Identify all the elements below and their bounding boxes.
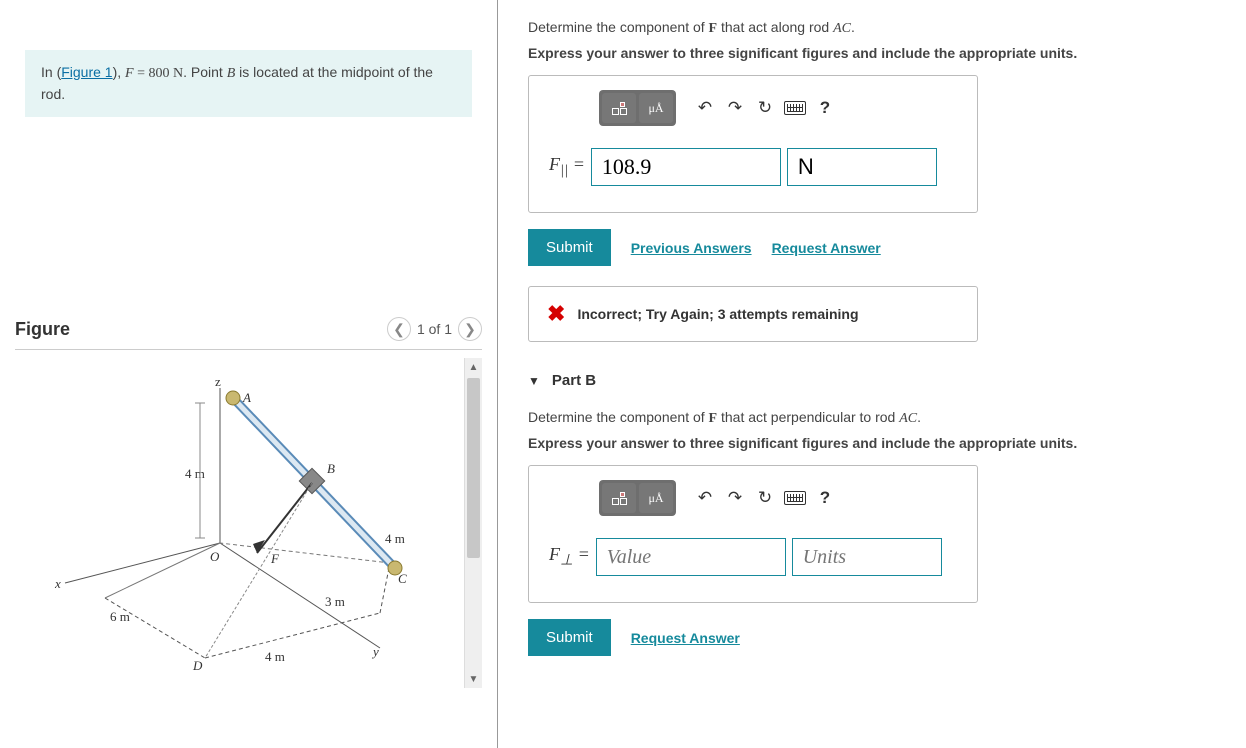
pb-submit-button[interactable]: Submit xyxy=(528,619,611,656)
pb-answer-box: μÅ ↶ ↷ ↻ ? F⊥ = xyxy=(528,465,978,603)
pb-p1c: that act perpendicular to rod xyxy=(717,409,899,425)
reset-button[interactable]: ↻ xyxy=(750,484,780,512)
pa-feedback: ✖ Incorrect; Try Again; 3 attempts remai… xyxy=(528,286,978,342)
undo-button[interactable]: ↶ xyxy=(690,484,720,512)
reset-button[interactable]: ↻ xyxy=(750,94,780,122)
figure-header: Figure ❮ 1 of 1 ❯ xyxy=(15,317,482,350)
pa-answer-box: μÅ ↶ ↷ ↻ ? F|| = xyxy=(528,75,978,213)
pa-previous-answers-link[interactable]: Previous Answers xyxy=(631,240,752,256)
pa-p1a: Determine the component of xyxy=(528,19,709,35)
left-panel: In (Figure 1), F = 800 N. Point B is loc… xyxy=(0,0,498,748)
lbl-z: z xyxy=(215,374,221,389)
part-b: Determine the component of F that act pe… xyxy=(528,409,1236,656)
pa-var-label: F|| = xyxy=(549,154,585,180)
pb-units-input[interactable] xyxy=(792,538,942,576)
figure-svg: z A 4 m B O F 4 m C 3 m x 6 m D 4 m y xyxy=(35,368,445,678)
pa-prompt-bold: Express your answer to three significant… xyxy=(528,45,1236,61)
ps-force-var: F xyxy=(125,66,134,81)
scroll-up-icon[interactable]: ▲ xyxy=(465,358,482,376)
figure-next-button[interactable]: ❯ xyxy=(458,317,482,341)
redo-button[interactable]: ↷ xyxy=(720,484,750,512)
keyboard-button[interactable] xyxy=(780,484,810,512)
ps-point-b: B xyxy=(227,66,236,81)
pa-toolbar: μÅ ↶ ↷ ↻ ? xyxy=(599,90,957,126)
pa-p1d: AC xyxy=(833,21,851,36)
pb-prompt-bold: Express your answer to three significant… xyxy=(528,435,1236,451)
lbl-A: A xyxy=(242,390,251,405)
pb-prompt: Determine the component of F that act pe… xyxy=(528,409,1236,427)
ps-prefix: In ( xyxy=(41,64,61,80)
figure-section: Figure ❮ 1 of 1 ❯ xyxy=(15,317,482,688)
redo-button[interactable]: ↷ xyxy=(720,94,750,122)
caret-down-icon: ▼ xyxy=(528,374,540,388)
pa-tool-group: μÅ xyxy=(599,90,676,126)
pb-p1e: . xyxy=(917,409,921,425)
figure-page-indicator: 1 of 1 xyxy=(417,321,452,337)
pb-request-answer-link[interactable]: Request Answer xyxy=(631,630,740,646)
figure-nav: ❮ 1 of 1 ❯ xyxy=(387,317,482,341)
ps-force-eq: = 800 N xyxy=(134,66,184,81)
problem-statement: In (Figure 1), F = 800 N. Point B is loc… xyxy=(25,50,472,117)
pb-tool-group: μÅ xyxy=(599,480,676,516)
pb-p1b: F xyxy=(709,411,718,426)
ps-t1: ), xyxy=(113,64,125,80)
part-b-header[interactable]: ▼ Part B xyxy=(528,372,1236,389)
incorrect-icon: ✖ xyxy=(547,301,565,327)
lbl-x: x xyxy=(54,576,61,591)
figure-scrollbar[interactable]: ▲ ▼ xyxy=(464,358,482,688)
pa-units-input[interactable] xyxy=(787,148,937,186)
right-panel: Determine the component of F that act al… xyxy=(498,0,1246,748)
figure-title: Figure xyxy=(15,319,70,340)
lbl-F: F xyxy=(270,551,280,566)
special-chars-button[interactable]: μÅ xyxy=(639,483,673,513)
pa-answer-row: F|| = xyxy=(549,148,957,186)
pb-toolbar: μÅ ↶ ↷ ↻ ? xyxy=(599,480,957,516)
pb-var-label: F⊥ = xyxy=(549,544,590,570)
lbl-y: y xyxy=(371,644,379,659)
pa-p1c: that act along rod xyxy=(717,19,833,35)
keyboard-icon xyxy=(784,491,806,505)
pa-p1b: F xyxy=(709,21,718,36)
pa-submit-row: Submit Previous Answers Request Answer xyxy=(528,229,1236,266)
help-button[interactable]: ? xyxy=(810,484,840,512)
template-icon xyxy=(612,492,627,505)
figure-area: z A 4 m B O F 4 m C 3 m x 6 m D 4 m y xyxy=(15,358,482,688)
pb-answer-row: F⊥ = xyxy=(549,538,957,576)
lbl-4m-2: 4 m xyxy=(385,531,405,546)
ps-t2: . Point xyxy=(183,64,227,80)
pb-p1a: Determine the component of xyxy=(528,409,709,425)
part-b-title: Part B xyxy=(552,372,596,389)
lbl-4m-1: 4 m xyxy=(185,466,205,481)
lbl-4m-3: 4 m xyxy=(265,649,285,664)
template-icon xyxy=(612,102,627,115)
pa-prompt: Determine the component of F that act al… xyxy=(528,19,1236,37)
pa-p1e: . xyxy=(851,19,855,35)
figure-link[interactable]: Figure 1 xyxy=(61,64,112,80)
template-button[interactable] xyxy=(602,483,636,513)
lbl-C: C xyxy=(398,571,407,586)
lbl-O: O xyxy=(210,549,220,564)
lbl-D: D xyxy=(192,658,203,673)
special-chars-button[interactable]: μÅ xyxy=(639,93,673,123)
keyboard-button[interactable] xyxy=(780,94,810,122)
pa-feedback-msg: Incorrect; Try Again; 3 attempts remaini… xyxy=(577,306,858,322)
figure-image: z A 4 m B O F 4 m C 3 m x 6 m D 4 m y xyxy=(15,358,464,688)
part-a: Determine the component of F that act al… xyxy=(528,19,1236,342)
help-button[interactable]: ? xyxy=(810,94,840,122)
pb-submit-row: Submit Request Answer xyxy=(528,619,1236,656)
figure-prev-button[interactable]: ❮ xyxy=(387,317,411,341)
scroll-down-icon[interactable]: ▼ xyxy=(465,670,482,688)
pa-value-input[interactable] xyxy=(591,148,781,186)
pb-value-input[interactable] xyxy=(596,538,786,576)
template-button[interactable] xyxy=(602,93,636,123)
pa-request-answer-link[interactable]: Request Answer xyxy=(772,240,881,256)
lbl-3m: 3 m xyxy=(325,594,345,609)
undo-button[interactable]: ↶ xyxy=(690,94,720,122)
keyboard-icon xyxy=(784,101,806,115)
pb-p1d: AC xyxy=(899,411,917,426)
lbl-6m: 6 m xyxy=(110,609,130,624)
pa-submit-button[interactable]: Submit xyxy=(528,229,611,266)
scroll-thumb[interactable] xyxy=(467,378,480,558)
lbl-B: B xyxy=(327,461,335,476)
